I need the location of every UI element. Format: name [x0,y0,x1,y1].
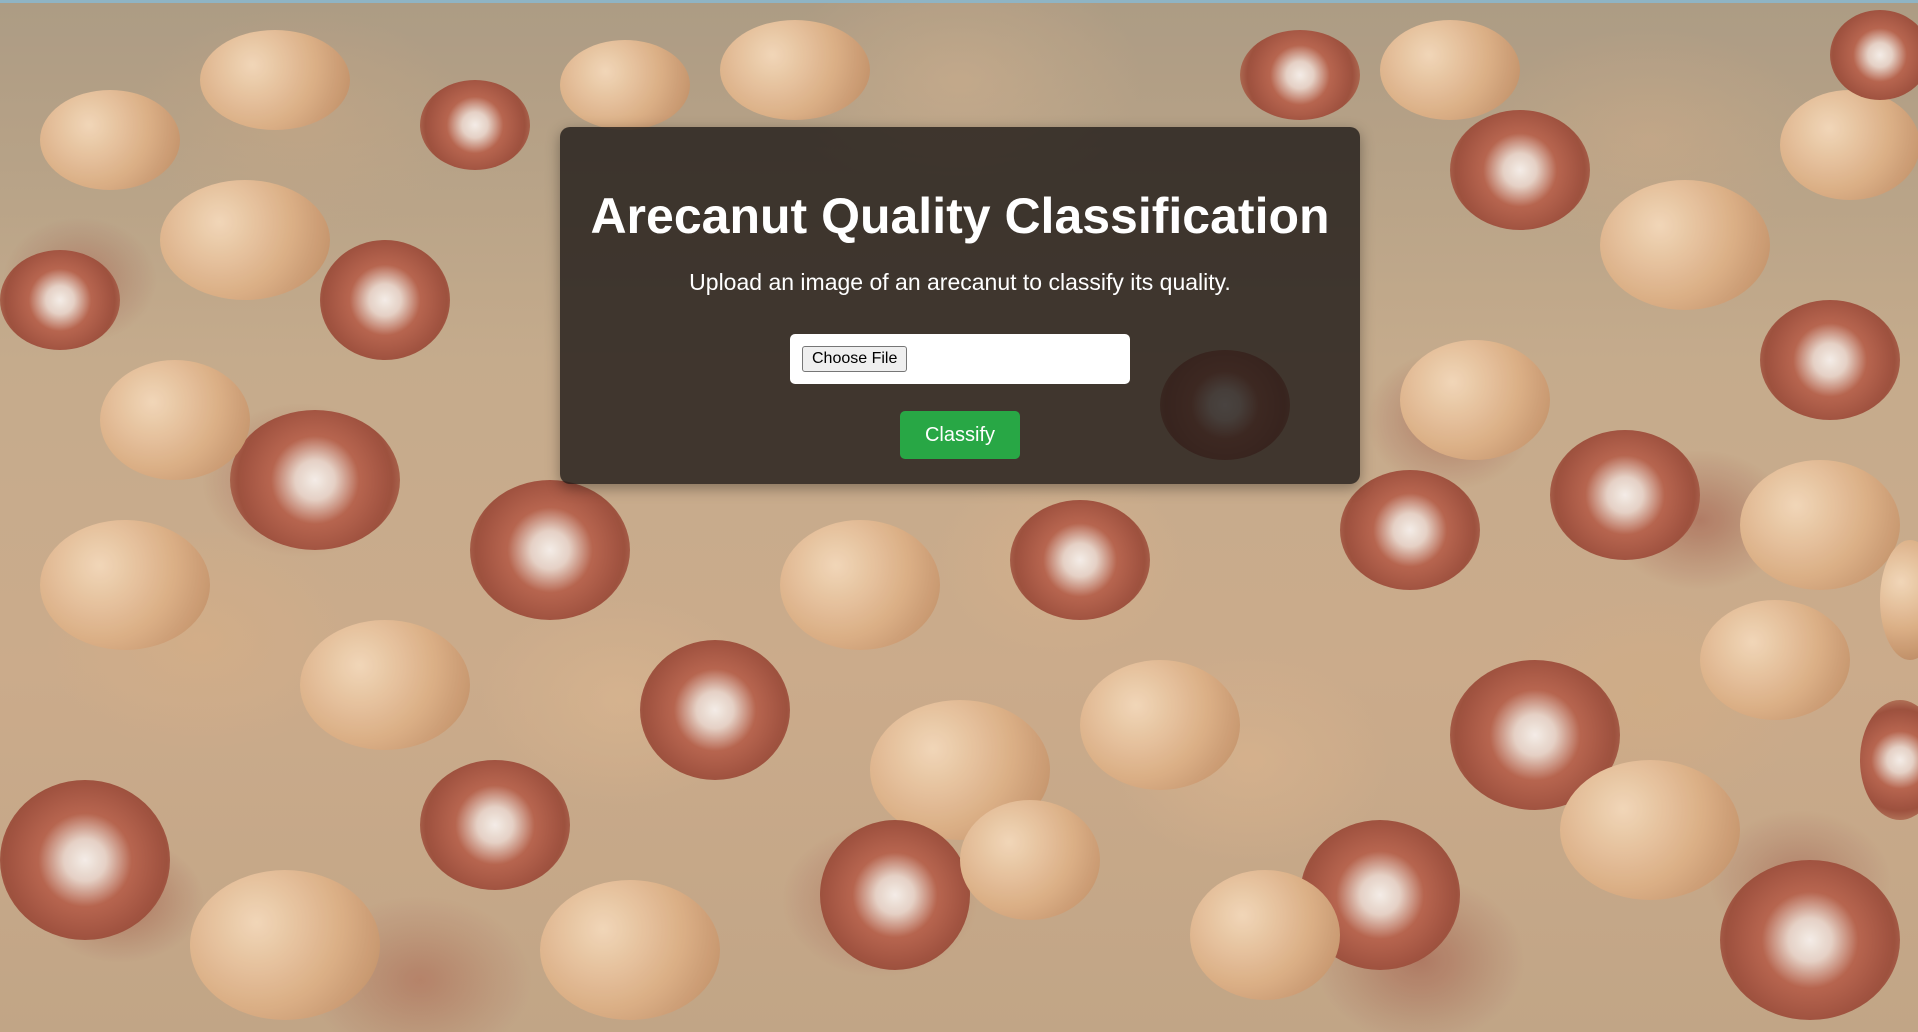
page-subtitle: Upload an image of an arecanut to classi… [689,269,1231,295]
page-title: Arecanut Quality Classification [590,188,1330,244]
upload-card: Arecanut Quality Classification Upload a… [560,127,1360,484]
file-input[interactable]: Choose File [790,334,1130,384]
page: Arecanut Quality Classification Upload a… [0,0,1918,1032]
classify-button[interactable]: Classify [900,411,1020,459]
choose-file-button[interactable]: Choose File [802,346,908,372]
top-border [0,0,1918,3]
